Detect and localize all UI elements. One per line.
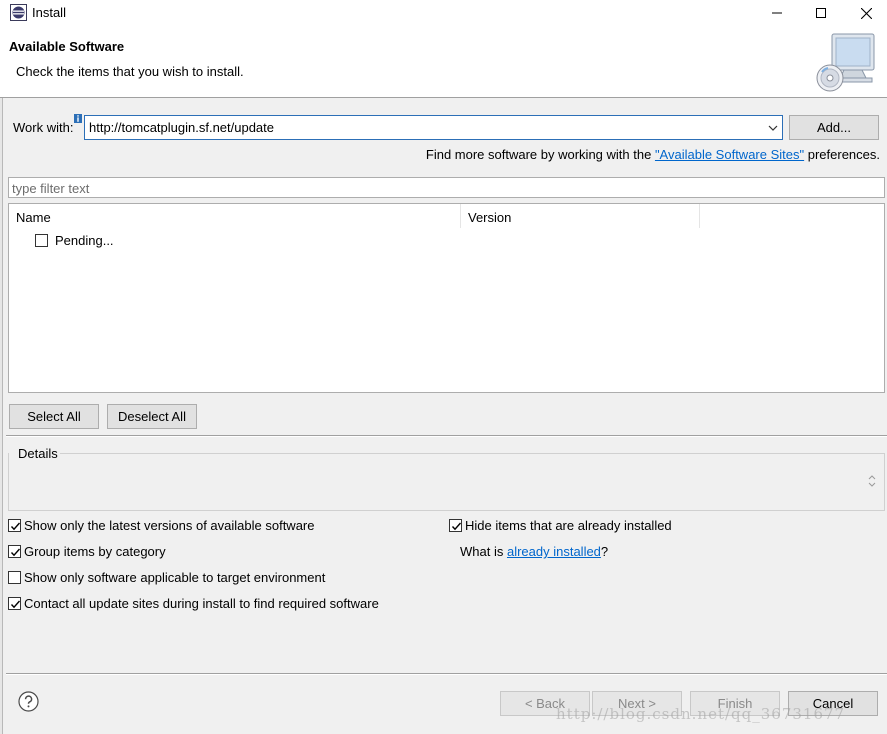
- help-icon[interactable]: [18, 691, 39, 712]
- filter-input[interactable]: type filter text: [8, 177, 885, 198]
- minimize-icon: [772, 12, 782, 14]
- info-icon: [74, 114, 82, 123]
- watermark-text: http://blog.csdn.net/qq_36731677: [556, 705, 846, 723]
- close-icon: [860, 7, 872, 19]
- details-label: Details: [17, 446, 59, 461]
- latest-versions-option[interactable]: Show only the latest versions of availab…: [8, 518, 315, 533]
- separator: [6, 435, 887, 437]
- find-more-prefix: Find more software by working with the: [425, 147, 655, 162]
- group-by-category-checkbox[interactable]: [8, 545, 21, 558]
- eclipse-app-icon: [10, 4, 27, 21]
- column-header-name[interactable]: Name: [9, 204, 461, 228]
- footer-separator: [6, 673, 887, 675]
- work-with-value: http://tomcatplugin.sf.net/update: [89, 120, 275, 135]
- monitor-cd-icon: [816, 33, 875, 92]
- group-by-category-label: Group items by category: [24, 544, 166, 559]
- title-bar: Install: [0, 0, 887, 26]
- available-software-sites-link[interactable]: "Available Software Sites": [655, 147, 804, 162]
- dialog-left-edge: [0, 98, 3, 734]
- find-more-text: Find more software by working with the "…: [426, 147, 880, 162]
- contact-all-sites-label: Contact all update sites during install …: [24, 596, 379, 611]
- tree-row-pending[interactable]: Pending...: [35, 232, 114, 248]
- page-description: Check the items that you wish to install…: [16, 64, 244, 79]
- what-is-installed-text: What is already installed?: [460, 544, 608, 559]
- close-button[interactable]: [843, 0, 887, 26]
- page-title: Available Software: [9, 39, 125, 54]
- details-group: [8, 453, 885, 511]
- work-with-label: Work with:: [13, 120, 74, 135]
- pending-checkbox[interactable]: [35, 233, 48, 247]
- column-header-version[interactable]: Version: [461, 204, 700, 228]
- contact-all-sites-checkbox[interactable]: [8, 597, 21, 610]
- group-by-category-option[interactable]: Group items by category: [8, 544, 166, 559]
- applicable-only-checkbox[interactable]: [8, 571, 21, 584]
- maximize-icon: [816, 8, 826, 18]
- hide-installed-checkbox[interactable]: [449, 519, 462, 532]
- select-all-button[interactable]: Select All: [9, 404, 99, 429]
- applicable-only-option[interactable]: Show only software applicable to target …: [8, 570, 325, 585]
- deselect-all-button[interactable]: Deselect All: [107, 404, 197, 429]
- wizard-header: Available Software Check the items that …: [0, 26, 887, 98]
- what-is-suffix: ?: [600, 544, 609, 559]
- chevron-down-icon[interactable]: [768, 124, 778, 132]
- hide-installed-label: Hide items that are already installed: [465, 518, 672, 533]
- minimize-button[interactable]: [754, 0, 800, 26]
- find-more-suffix: preferences.: [804, 147, 880, 162]
- window-title: Install: [32, 5, 66, 20]
- add-site-button[interactable]: Add...: [789, 115, 879, 140]
- what-is-prefix: What is: [460, 544, 507, 559]
- latest-versions-label: Show only the latest versions of availab…: [24, 518, 315, 533]
- software-tree[interactable]: Name Version Pending...: [8, 203, 885, 393]
- maximize-button[interactable]: [798, 0, 844, 26]
- hide-installed-option[interactable]: Hide items that are already installed: [449, 518, 672, 533]
- applicable-only-label: Show only software applicable to target …: [24, 570, 326, 585]
- work-with-combo[interactable]: http://tomcatplugin.sf.net/update: [84, 115, 783, 140]
- details-group-border: [60, 453, 885, 454]
- already-installed-link[interactable]: already installed: [507, 544, 601, 559]
- latest-versions-checkbox[interactable]: [8, 519, 21, 532]
- pending-label: Pending...: [55, 232, 114, 248]
- scroll-arrows-icon[interactable]: [867, 473, 877, 489]
- contact-all-sites-option[interactable]: Contact all update sites during install …: [8, 596, 379, 611]
- filter-placeholder: type filter text: [12, 181, 90, 196]
